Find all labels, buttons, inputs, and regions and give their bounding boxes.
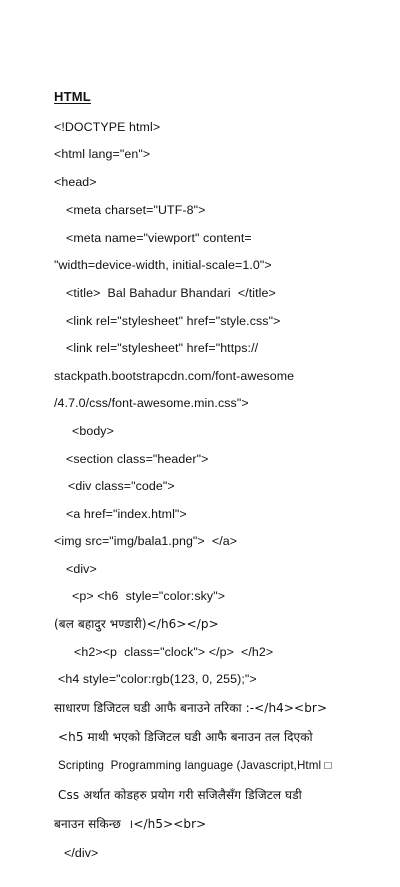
code-line: Css अर्थात कोडहरु प्रयोग गरी सजिलैसँग डि… xyxy=(58,788,302,802)
code-line: <a href="index.html"> xyxy=(66,507,187,521)
code-line: <link rel="stylesheet" href="style.css"> xyxy=(66,314,281,328)
document-page: HTML <!DOCTYPE html> <html lang="en"> <h… xyxy=(0,0,400,887)
code-line: (बल बहादुर भण्डारी)</h6></p> xyxy=(54,617,219,631)
code-line: Scripting Programming language (Javascri… xyxy=(58,759,332,772)
code-line: "width=device-width, initial-scale=1.0"> xyxy=(54,258,272,272)
code-line: बनाउन सकिन्छ ।</h5><br> xyxy=(54,817,207,831)
code-line: <html lang="en"> xyxy=(54,147,151,161)
code-line: <h5 माथी भएको डिजिटल घडी आफै बनाउन तल दि… xyxy=(58,730,313,744)
code-line: <section class="header"> xyxy=(66,452,209,466)
code-line: <p> <h6 style="color:sky"> xyxy=(72,589,226,603)
code-line: /4.7.0/css/font-awesome.min.css"> xyxy=(54,396,249,410)
code-line: <title> Bal Bahadur Bhandari </title> xyxy=(66,286,276,300)
code-line: stackpath.bootstrapcdn.com/font-awesome xyxy=(54,369,295,383)
code-line: <h2><p class="clock"> </p> </h2> xyxy=(74,645,274,659)
code-line: <meta name="viewport" content= xyxy=(66,231,252,245)
code-line: <meta charset="UTF-8"> xyxy=(66,203,206,217)
code-line: <!DOCTYPE html> xyxy=(54,120,161,134)
code-line: <h4 style="color:rgb(123, 0, 255);"> xyxy=(58,672,257,686)
code-line: <body> xyxy=(72,424,114,438)
code-line: <div class="code"> xyxy=(68,479,175,493)
code-line: <head> xyxy=(54,175,97,189)
document-heading: HTML xyxy=(54,89,91,104)
code-line: <link rel="stylesheet" href="https:// xyxy=(66,341,259,355)
code-line: साधारण डिजिटल घडी आफै बनाउने तरिका :-</h… xyxy=(54,701,328,715)
code-line: </div> xyxy=(64,846,99,860)
code-line: <img src="img/bala1.png"> </a> xyxy=(54,534,238,548)
code-line: <div> xyxy=(66,562,97,576)
